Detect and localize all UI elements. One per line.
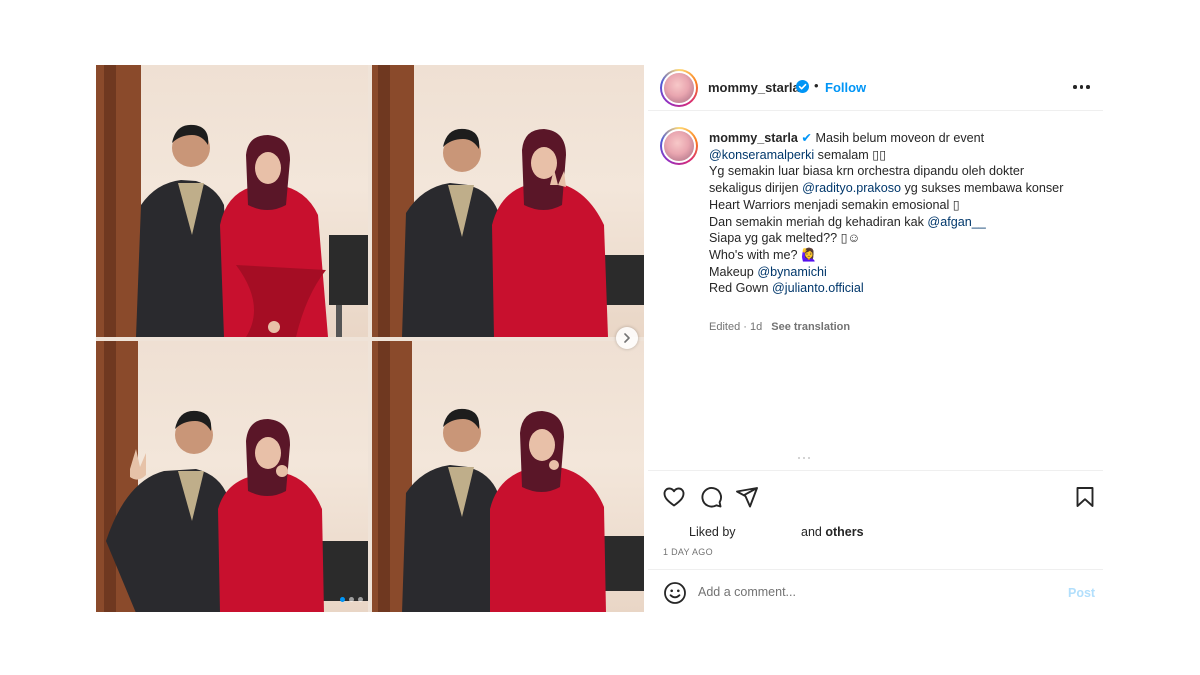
- caption-text-segment: Yg semakin luar biasa krn orchestra dipa…: [709, 164, 1025, 179]
- heart-icon[interactable]: [662, 485, 686, 509]
- others-link[interactable]: others: [825, 525, 863, 539]
- collage-photo-1: [96, 65, 368, 337]
- caption-text-segment: ▯▯: [872, 147, 887, 162]
- caption-line: Dan semakin meriah dg kehadiran kak @afg…: [709, 214, 1099, 231]
- caption-line: Siapa yg gak melted?? ▯☺: [709, 230, 1099, 247]
- bookmark-icon[interactable]: [1073, 485, 1097, 509]
- emoji-icon[interactable]: [663, 581, 687, 605]
- caption-meta: Edited · 1d See translation: [709, 321, 850, 333]
- caption-text-segment: ▯☺: [840, 231, 861, 246]
- caption-text-segment: ▯: [952, 197, 960, 212]
- and-label: and: [801, 525, 822, 539]
- more-options-icon[interactable]: [1073, 85, 1090, 89]
- caption-line: Who's with me? 🙋‍♀: [709, 247, 1099, 264]
- photo-illustration: [96, 65, 368, 337]
- caption-text: mommy_starla ✔ Masih belum moveon dr eve…: [709, 130, 1099, 297]
- post-comment-button[interactable]: Post: [1068, 586, 1095, 600]
- caption-line: Heart Warriors menjadi semakin emosional…: [709, 197, 1099, 214]
- caption-text-segment: Makeup: [709, 264, 758, 279]
- post-side-panel: mommy_starla • Follow mommy_starla ✔ Mas…: [648, 65, 1103, 612]
- carousel-indicator: [340, 597, 363, 602]
- carousel-dot: [340, 597, 345, 602]
- caption-text-segment: semalam: [814, 147, 873, 162]
- mention-link[interactable]: @afgan__: [927, 215, 985, 229]
- carousel-dot: [358, 597, 363, 602]
- comment-input[interactable]: [698, 581, 1048, 603]
- photo-illustration: [372, 65, 644, 337]
- comment-icon[interactable]: [699, 485, 723, 509]
- post-header: mommy_starla • Follow: [648, 65, 1103, 111]
- share-icon[interactable]: [735, 485, 759, 509]
- photo-illustration: [372, 341, 644, 612]
- edited-label: Edited · 1d: [709, 321, 763, 333]
- collage-photo-2: [372, 65, 644, 337]
- caption-text-segment: Red Gown: [709, 281, 772, 296]
- comment-composer: Post: [648, 569, 1103, 613]
- caption-line: Makeup @bynamichi: [709, 264, 1099, 281]
- carousel-next-button[interactable]: [616, 327, 638, 349]
- photo-illustration: [96, 341, 368, 612]
- follow-button[interactable]: Follow: [825, 80, 866, 95]
- likes-others[interactable]: and others: [801, 525, 864, 539]
- mention-link[interactable]: @julianto.official: [772, 281, 864, 295]
- avatar[interactable]: [660, 69, 698, 107]
- verified-badge-icon: [796, 80, 809, 93]
- see-translation-link[interactable]: See translation: [771, 321, 850, 333]
- separator-dot: •: [814, 78, 819, 93]
- avatar[interactable]: [660, 127, 698, 165]
- mention-link[interactable]: @konseramalperki: [709, 148, 814, 162]
- collage-photo-4: [372, 341, 644, 612]
- username-link[interactable]: mommy_starla: [708, 80, 800, 95]
- loading-dots: [798, 457, 810, 459]
- caption-text-segment: Heart Warriors menjadi semakin emosional: [709, 197, 953, 212]
- caption-line: mommy_starla ✔ Masih belum moveon dr eve…: [709, 130, 1099, 147]
- collage-photo-3: [96, 341, 368, 612]
- caption-line: Red Gown @julianto.official: [709, 280, 1099, 297]
- post-caption: mommy_starla ✔ Masih belum moveon dr eve…: [648, 115, 1103, 465]
- caption-text-segment: 🙋‍♀: [801, 247, 817, 262]
- caption-username[interactable]: mommy_starla: [709, 131, 798, 145]
- mention-link[interactable]: @bynamichi: [757, 265, 826, 279]
- caption-text-segment: Masih belum moveon dr event: [811, 131, 985, 145]
- caption-text-segment: Who's with me?: [709, 247, 801, 262]
- post-actions: Liked by and others 1 DAY AGO Post: [648, 470, 1103, 612]
- chevron-right-icon: [624, 333, 630, 343]
- caption-text-segment: Siapa yg gak melted??: [709, 231, 841, 246]
- caption-line: @konseramalperki semalam ▯▯: [709, 147, 1099, 164]
- liked-by-label: Liked by: [689, 525, 736, 539]
- caption-line: Yg semakin luar biasa krn orchestra dipa…: [709, 163, 1099, 180]
- verified-badge-icon: ✔: [797, 131, 812, 145]
- caption-line: sekaligus dirijen @radityo.prakoso yg su…: [709, 180, 1099, 197]
- caption-text-segment: sekaligus dirijen: [709, 181, 803, 196]
- carousel-dot: [349, 597, 354, 602]
- caption-text-segment: Dan semakin meriah dg kehadiran kak: [709, 214, 928, 229]
- caption-text-segment: yg sukses membawa konser: [901, 181, 1064, 196]
- post-media-collage[interactable]: [96, 65, 644, 612]
- mention-link[interactable]: @radityo.prakoso: [802, 181, 901, 195]
- post-timestamp: 1 DAY AGO: [663, 547, 713, 557]
